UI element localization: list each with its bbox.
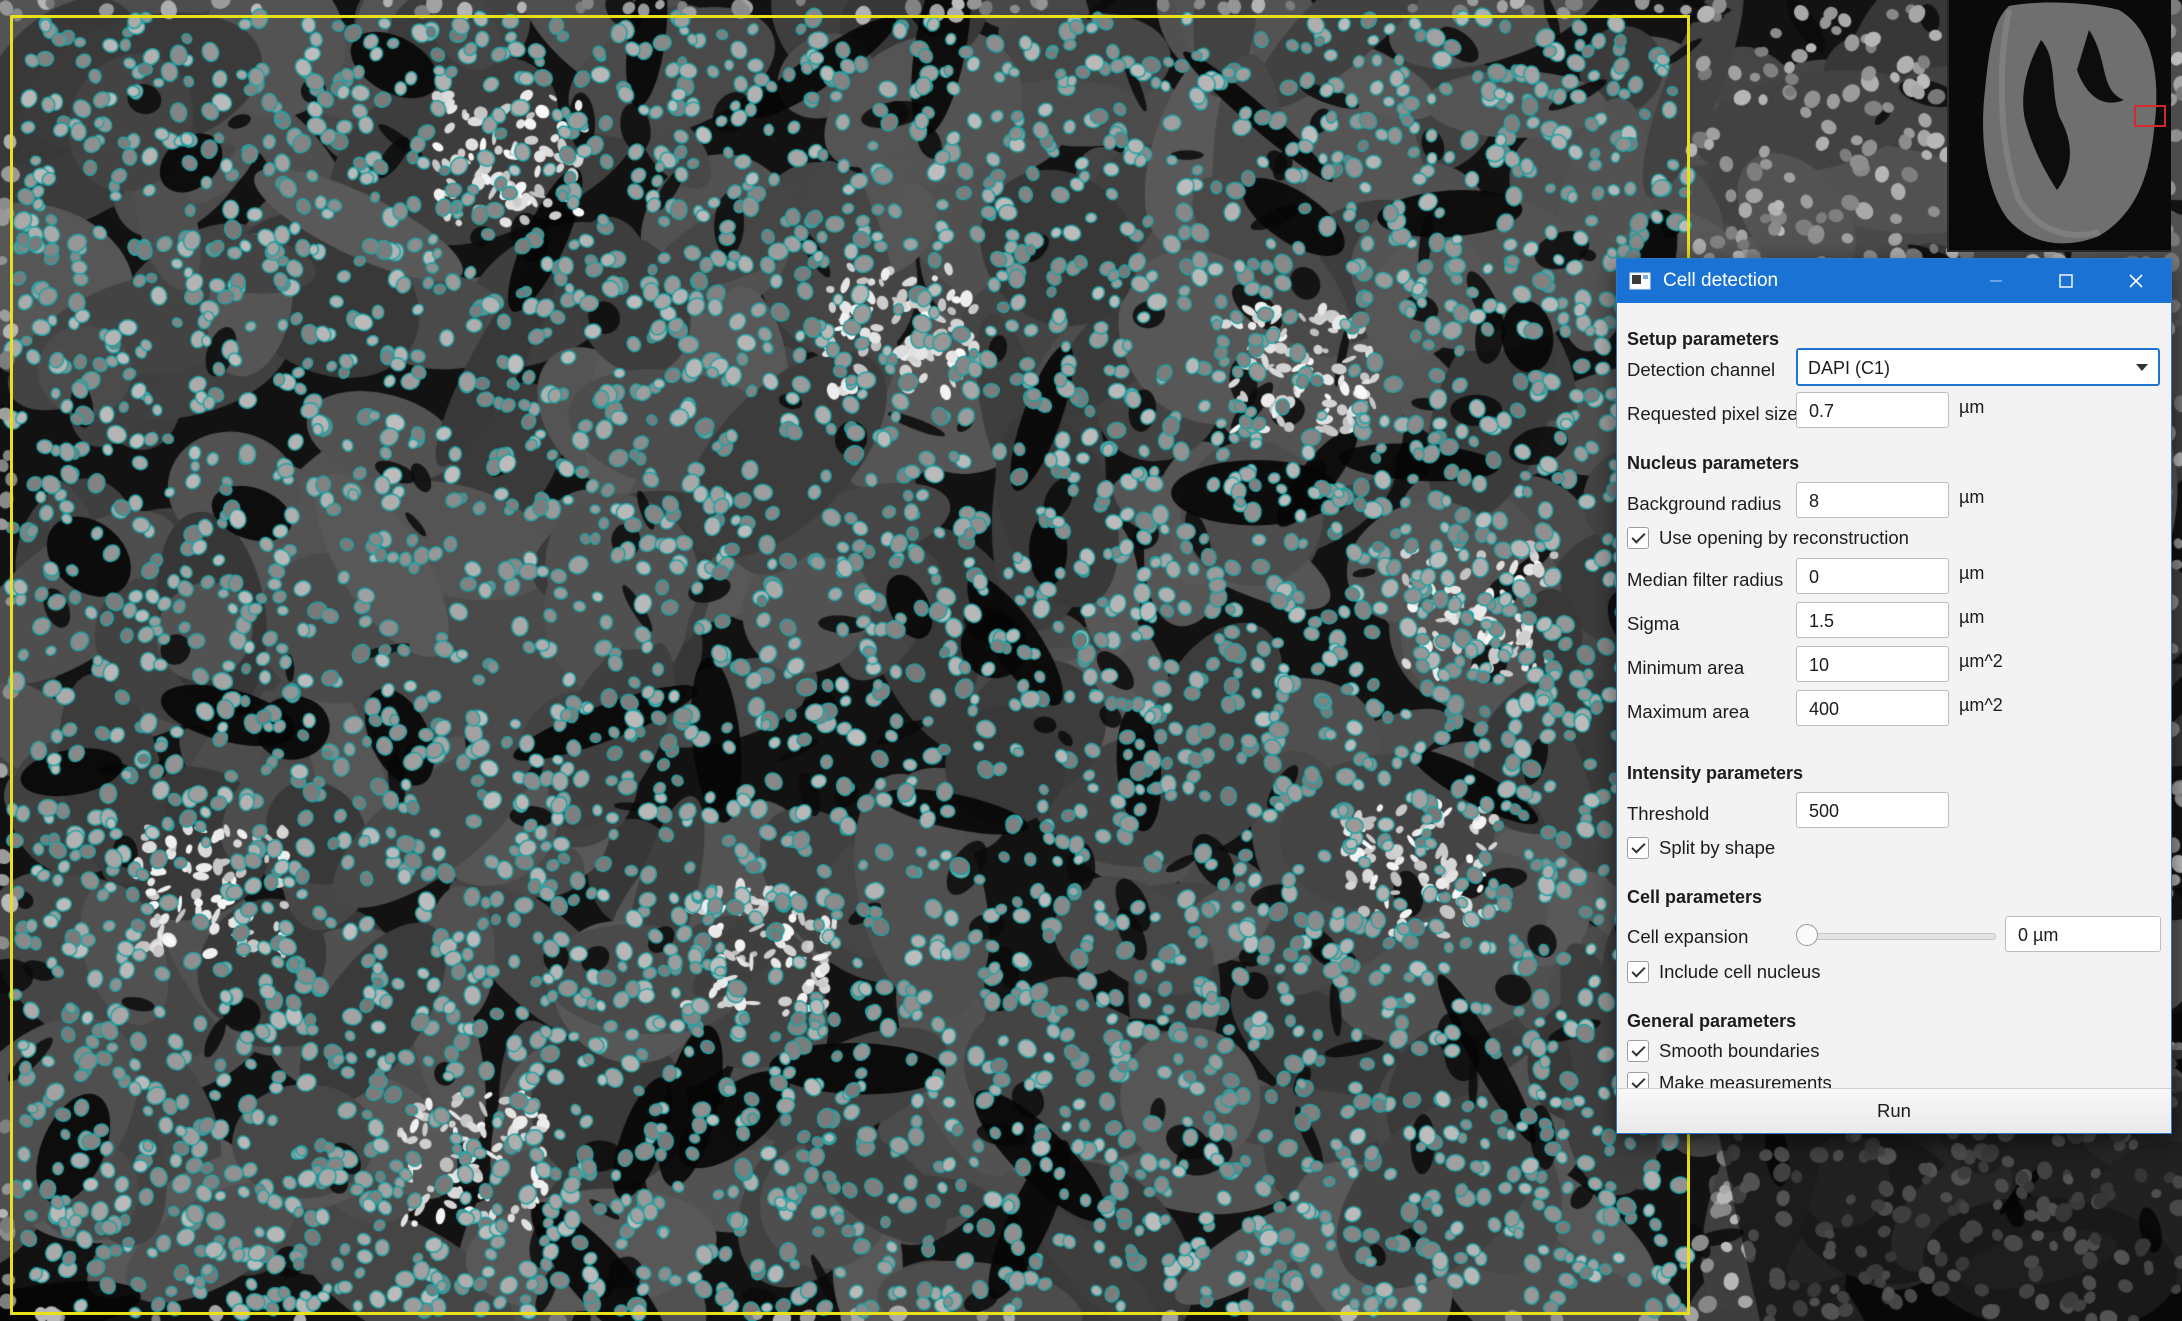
checkbox-checked-icon [1627, 837, 1649, 859]
general-parameters-heading: General parameters [1627, 1011, 1797, 1031]
pixel-size-label: Requested pixel size [1627, 403, 1798, 424]
detection-channel-label: Detection channel [1627, 359, 1776, 380]
threshold-label: Threshold [1627, 803, 1710, 824]
detection-channel-value: DAPI (C1) [1808, 358, 1891, 378]
background-radius-label: Background radius [1627, 493, 1782, 514]
checkbox-checked-icon [1627, 1040, 1649, 1062]
opening-reconstruction-checkbox[interactable]: Use opening by reconstruction [1627, 527, 1909, 549]
sigma-label: Sigma [1627, 613, 1680, 634]
checkbox-checked-icon [1627, 961, 1649, 983]
chevron-down-icon [2136, 364, 2148, 371]
setup-parameters-heading: Setup parameters [1627, 329, 1780, 349]
close-icon [2129, 274, 2143, 288]
median-filter-field[interactable]: 0 [1796, 558, 1949, 594]
split-by-shape-label: Split by shape [1659, 837, 1776, 858]
include-nucleus-checkbox[interactable]: Include cell nucleus [1627, 961, 1820, 983]
detection-channel-select[interactable]: DAPI (C1) [1796, 348, 2160, 386]
checkbox-checked-icon [1627, 527, 1649, 549]
maximize-button[interactable] [2031, 259, 2101, 303]
median-filter-label: Median filter radius [1627, 569, 1784, 590]
background-radius-field[interactable]: 8 [1796, 482, 1949, 518]
threshold-field[interactable]: 500 [1796, 792, 1949, 828]
cell-expansion-label: Cell expansion [1627, 926, 1749, 947]
pixel-size-field[interactable]: 0.7 [1796, 392, 1949, 428]
background-radius-unit: µm [1959, 487, 1985, 507]
sigma-field[interactable]: 1.5 [1796, 602, 1949, 638]
maximum-area-unit: µm^2 [1959, 695, 2003, 715]
pixel-size-unit: µm [1959, 397, 1985, 417]
smooth-boundaries-checkbox[interactable]: Smooth boundaries [1627, 1040, 1819, 1062]
dialog-title: Cell detection [1663, 270, 1779, 291]
intensity-parameters-heading: Intensity parameters [1627, 763, 1804, 783]
maximum-area-label: Maximum area [1627, 701, 1750, 722]
title-bar[interactable]: Cell detection [1617, 259, 2171, 303]
opening-reconstruction-label: Use opening by reconstruction [1659, 527, 1909, 548]
slider-track [1804, 933, 1996, 940]
overview-thumbnail[interactable] [1947, 0, 2171, 252]
split-by-shape-checkbox[interactable]: Split by shape [1627, 837, 1775, 859]
maximize-icon [2059, 274, 2073, 288]
sigma-unit: µm [1959, 607, 1985, 627]
median-filter-unit: µm [1959, 563, 1985, 583]
smooth-boundaries-label: Smooth boundaries [1659, 1040, 1820, 1061]
cell-parameters-heading: Cell parameters [1627, 887, 1763, 907]
cell-detection-dialog: Cell detection Setup parameters Detectio… [1616, 258, 2172, 1134]
include-nucleus-label: Include cell nucleus [1659, 961, 1821, 982]
minimize-icon [1990, 280, 2002, 282]
cell-expansion-slider[interactable] [1796, 923, 1996, 947]
run-label: Run [1877, 1100, 1911, 1121]
minimum-area-field[interactable]: 10 [1796, 646, 1949, 682]
slider-thumb[interactable] [1796, 924, 1818, 946]
cell-expansion-field[interactable]: 0 µm [2005, 916, 2161, 952]
maximum-area-field[interactable]: 400 [1796, 690, 1949, 726]
nucleus-parameters-heading: Nucleus parameters [1627, 453, 1800, 473]
minimum-area-label: Minimum area [1627, 657, 1745, 678]
minimize-button[interactable] [1961, 259, 2031, 303]
close-button[interactable] [2101, 259, 2171, 303]
minimum-area-unit: µm^2 [1959, 651, 2003, 671]
run-button[interactable]: Run [1617, 1088, 2171, 1133]
app-icon [1629, 272, 1651, 290]
